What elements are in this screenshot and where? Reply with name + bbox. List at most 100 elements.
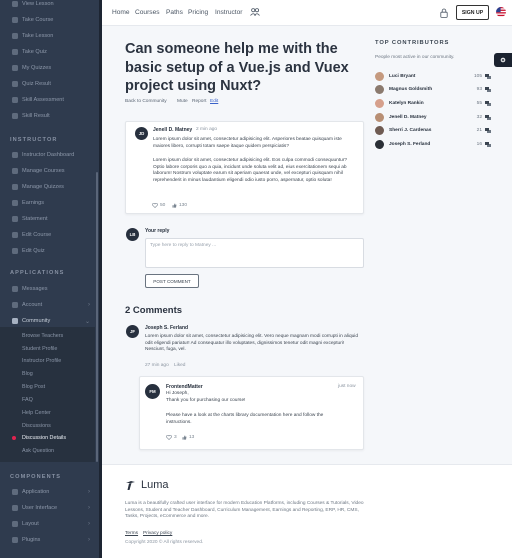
signup-button[interactable]: SIGN UP [456, 5, 489, 20]
sidebar-item-edit-quiz[interactable]: Edit Quiz [0, 243, 99, 259]
chevron-right-icon: › [88, 489, 90, 495]
back-to-community-link[interactable]: Back to Community [125, 99, 167, 104]
reply-textarea[interactable]: Type here to reply to Matney ... [145, 238, 364, 268]
nav-instructor[interactable]: Instructor [215, 9, 242, 16]
comments-icon [485, 142, 491, 147]
heart-icon [152, 203, 158, 208]
nav-courses[interactable]: Courses [135, 9, 160, 16]
nav-pricing[interactable]: Pricing [188, 9, 208, 16]
footer-logo[interactable]: Luma [125, 479, 169, 491]
sidebar-item-skill-result[interactable]: Skill Result [0, 108, 99, 124]
report-link[interactable]: Report [192, 99, 206, 104]
chevron-right-icon: › [88, 302, 90, 308]
sidebar-item-label: Account [22, 302, 43, 308]
contributor-row[interactable]: Joseph S. Ferland 16 [375, 140, 491, 150]
sidebar-item-instructor-dashboard[interactable]: Instructor Dashboard [0, 147, 99, 163]
submenu-ask-question[interactable]: Ask Question [22, 448, 54, 454]
quiz-icon [12, 65, 18, 71]
dashboard-icon [12, 152, 18, 158]
sidebar-item-manage-courses[interactable]: Manage Courses [0, 163, 99, 179]
avatar [375, 112, 384, 122]
contributor-row[interactable]: Luci Bryant 105 [375, 71, 491, 81]
sidebar-scrollbar[interactable] [96, 172, 98, 462]
sidebar-item-label: Skill Assessment [22, 97, 64, 103]
sidebar-item-take-quiz[interactable]: Take Quiz [0, 44, 99, 60]
like-button[interactable]: 3 [166, 435, 177, 440]
submenu-browse-teachers[interactable]: Browse Teachers [22, 333, 63, 339]
sidebar-item-my-quizzes[interactable]: My Quizzes [0, 60, 99, 76]
nav-paths[interactable]: Paths [166, 9, 183, 16]
sidebar-item-user-interface[interactable]: User Interface › [0, 500, 99, 516]
sidebar-item-account[interactable]: Account › [0, 297, 99, 313]
sidebar-heading-components: COMPONENTS [10, 474, 62, 480]
chevron-down-icon: ⌄ [84, 318, 90, 325]
sidebar-item-earnings[interactable]: Earnings [0, 195, 99, 211]
like-button[interactable]: 50 [152, 203, 165, 208]
settings-tab[interactable] [494, 53, 512, 67]
top-navbar: Home Courses Paths Pricing Instructor SI… [102, 0, 512, 26]
submenu-discussion-details[interactable]: Discussion Details [12, 435, 66, 441]
copyright: Copyright 2020 © All rights reserved. [125, 540, 204, 545]
reply-avatar: LB [126, 228, 139, 241]
sidebar-item-plugins[interactable]: Plugins › [0, 532, 99, 548]
sidebar-item-take-lesson[interactable]: Take Lesson [0, 28, 99, 44]
contributor-row[interactable]: Katelyn Rankin 55 [375, 98, 491, 108]
sidebar-item-label: Skill Result [22, 113, 50, 119]
submenu-blog-post[interactable]: Blog Post [22, 384, 45, 390]
lock-icon[interactable] [440, 8, 448, 18]
author-name[interactable]: FrontendMatter [166, 384, 203, 390]
sidebar-item-messages[interactable]: Messages [0, 281, 99, 297]
thumbs-up-button[interactable]: 130 [172, 203, 187, 208]
avatar [375, 85, 384, 95]
sidebar-item-label: User Interface [22, 505, 58, 511]
submenu-discussions[interactable]: Discussions [22, 423, 51, 429]
submenu-faq[interactable]: FAQ [22, 397, 33, 403]
avatar: JD [135, 127, 148, 140]
contributor-count: 16 [476, 142, 482, 147]
sidebar-item-statement[interactable]: Statement [0, 211, 99, 227]
sidebar-item-label: Plugins [22, 537, 41, 543]
question-paragraph: Lorem ipsum dolor sit amet, consectetur … [153, 137, 342, 149]
sidebar-heading-instructor: INSTRUCTOR [10, 137, 58, 143]
sidebar-item-layout[interactable]: Layout › [0, 516, 99, 532]
people-icon[interactable] [250, 8, 260, 16]
submenu-student-profile[interactable]: Student Profile [22, 346, 57, 352]
sidebar-item-skill-assessment[interactable]: Skill Assessment [0, 92, 99, 108]
contributor-row[interactable]: Jenell D. Matney 32 [375, 112, 491, 122]
nav-home[interactable]: Home [112, 9, 130, 16]
us-flag-icon[interactable] [496, 7, 506, 17]
like-count: 3 [174, 435, 177, 440]
brand-name: Luma [141, 479, 169, 491]
contributor-row[interactable]: Magnus Goldsmith 93 [375, 85, 491, 95]
sidebar: View Lesson Take Course Take Lesson Take… [0, 0, 102, 558]
sidebar-item-quiz-result[interactable]: Quiz Result [0, 76, 99, 92]
thumbs-up-icon [182, 435, 187, 440]
submenu-help-center[interactable]: Help Center [22, 410, 51, 416]
edit-link[interactable]: Edit [210, 99, 218, 104]
mute-link[interactable]: Mute [177, 99, 188, 104]
thumbs-up-button[interactable]: 13 [182, 435, 194, 440]
edit-icon [12, 232, 18, 238]
active-indicator [12, 436, 16, 440]
liked-link[interactable]: Liked [174, 363, 185, 368]
contributor-count: 55 [476, 100, 482, 106]
sidebar-item-application[interactable]: Application › [0, 484, 99, 500]
terms-link[interactable]: Terms [125, 531, 138, 536]
sidebar-item-view-lesson[interactable]: View Lesson [0, 0, 99, 12]
comments-icon [485, 73, 491, 79]
privacy-link[interactable]: Privacy policy [143, 531, 172, 536]
top-contributors-heading: TOP CONTRIBUTORS [375, 40, 450, 46]
sidebar-item-take-course[interactable]: Take Course [0, 12, 99, 28]
avatar [375, 71, 384, 81]
submenu-blog[interactable]: Blog [22, 371, 33, 377]
sidebar-item-edit-course[interactable]: Edit Course [0, 227, 99, 243]
contributor-row[interactable]: Sherri J. Cardenas 21 [375, 126, 491, 136]
sidebar-item-label: Take Course [22, 17, 54, 23]
author-name[interactable]: Jenell D. Matney [153, 127, 192, 133]
sidebar-item-label: Quiz Result [22, 81, 51, 87]
earnings-icon [12, 200, 18, 206]
post-comment-button[interactable]: POST COMMENT [145, 274, 199, 288]
submenu-instructor-profile[interactable]: Instructor Profile [22, 358, 61, 364]
sidebar-item-manage-quizzes[interactable]: Manage Quizzes [0, 179, 99, 195]
author-name[interactable]: Joseph S. Ferland [145, 325, 188, 331]
